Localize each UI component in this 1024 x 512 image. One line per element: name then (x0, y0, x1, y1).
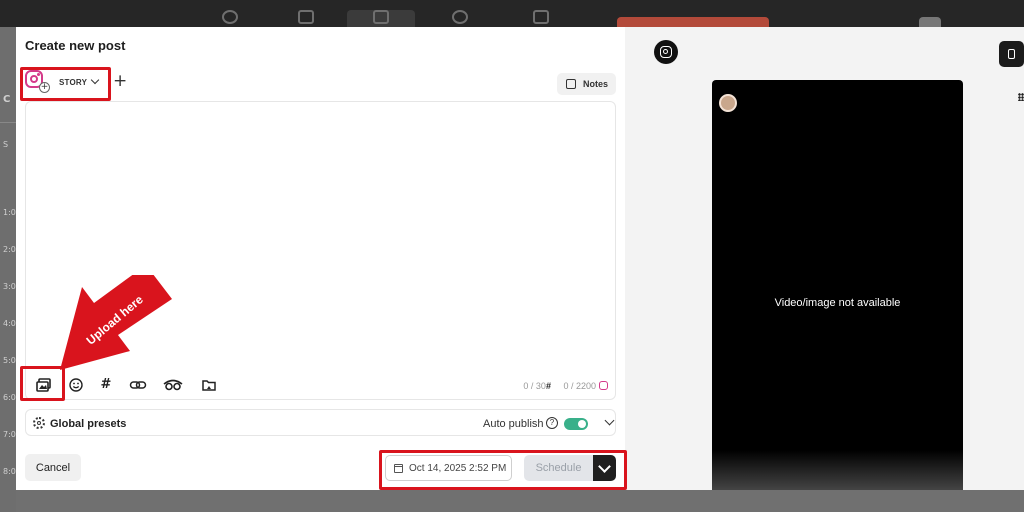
background-avatar (919, 17, 941, 27)
hashtag-icon[interactable]: # (99, 377, 113, 393)
background-bottom-strip (16, 490, 1024, 512)
highlight-schedule-controls (379, 450, 627, 490)
background-calendar-column: C S 1:0 2:0 3:0 4:0 5:0 6:0 7:0 8:0 (0, 27, 16, 512)
nav-calendar-icon (373, 10, 389, 24)
preview-bottom-fade (712, 450, 963, 490)
highlight-account-selector (20, 67, 111, 101)
post-counters: 0 / 30# 0 / 2200 (523, 381, 608, 391)
grid-icon[interactable] (1018, 93, 1024, 101)
bg-time-label: 3:0 (3, 282, 16, 291)
note-icon (566, 79, 576, 89)
character-count: 0 / 2200 (563, 381, 596, 391)
instagram-icon (660, 46, 672, 58)
bg-side-letter: S (3, 140, 9, 149)
modal-title: Create new post (25, 38, 126, 53)
chevron-down-icon[interactable] (604, 415, 615, 426)
global-presets-bar[interactable]: Global presets Auto publish ? (25, 409, 616, 436)
background-top-nav (0, 0, 1024, 27)
emoji-icon[interactable] (68, 377, 84, 393)
bg-time-label: 2:0 (3, 245, 16, 254)
nav-megaphone-icon (533, 10, 549, 24)
instagram-icon (599, 381, 608, 390)
bg-time-label: 7:0 (3, 430, 16, 439)
global-presets-label: Global presets (50, 418, 127, 430)
link-icon[interactable] (129, 377, 147, 393)
nav-inbox-icon (298, 10, 314, 24)
bg-time-label: 4:0 (3, 319, 16, 328)
auto-publish-label: Auto publish (483, 418, 544, 430)
cancel-button[interactable]: Cancel (25, 454, 81, 481)
nav-analytics-icon (222, 10, 238, 24)
background-cta-button (617, 17, 769, 27)
notes-button[interactable]: Notes (557, 73, 616, 95)
create-post-modal: Create new post + STORY + Notes # 0 / 30… (16, 27, 1024, 490)
story-preview-phone: Video/image not available (712, 80, 963, 490)
notes-label: Notes (583, 79, 609, 89)
bg-time-label: 5:0 (3, 356, 16, 365)
bg-rule (0, 122, 16, 123)
toggle-knob (578, 420, 586, 428)
add-account-button[interactable]: + (113, 71, 127, 91)
bg-time-label: 1:0 (3, 208, 16, 217)
nav-links-icon (452, 10, 468, 24)
media-library-icon[interactable] (201, 377, 217, 393)
preview-pane: Video/image not available (625, 27, 1024, 490)
hashtag-count-icon: # (545, 381, 551, 391)
preview-network-icon[interactable] (654, 40, 678, 64)
hashtag-count: 0 / 30 (523, 381, 546, 391)
mobile-icon (1008, 49, 1015, 59)
auto-publish-toggle[interactable] (564, 418, 588, 430)
bg-time-label: 8:0 (3, 467, 16, 476)
bg-side-letter: C (3, 94, 11, 105)
avatar (719, 94, 737, 112)
bg-time-label: 6:0 (3, 393, 16, 402)
ai-assistant-icon[interactable] (162, 377, 184, 393)
help-icon[interactable]: ? (546, 417, 558, 429)
mobile-preview-toggle[interactable] (999, 41, 1024, 67)
preview-unavailable-message: Video/image not available (774, 297, 901, 309)
gear-icon (33, 417, 45, 429)
